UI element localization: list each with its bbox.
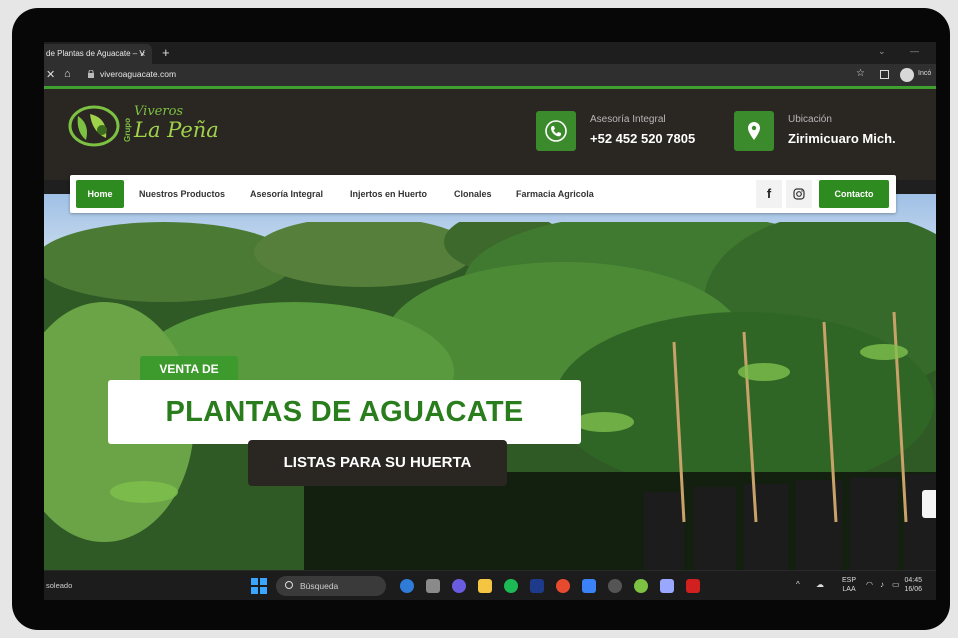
url-input[interactable]: viveroaguacate.com <box>100 69 176 79</box>
bookmark-star-icon[interactable]: ☆ <box>856 68 865 79</box>
hero-subtitle: LISTAS PARA SU HUERTA <box>248 440 507 486</box>
hero-badge: VENTA DE <box>140 356 238 382</box>
tab-title: de Plantas de Aguacate – V <box>46 49 145 58</box>
nav-home-button[interactable]: Home <box>76 180 124 208</box>
clock-date: 16/06 <box>904 586 922 593</box>
logo-grupo-text: Grupo <box>123 118 132 142</box>
acrobat-app-icon[interactable] <box>686 579 700 593</box>
contact-button[interactable]: Contacto <box>819 180 889 208</box>
location-value: Zirimicuaro Mich. <box>788 131 896 146</box>
facebook-icon[interactable]: f <box>756 180 782 208</box>
brand-logo[interactable]: Grupo Viveros La Peña <box>68 102 238 152</box>
laptop-device: de Plantas de Aguacate – V × + ⌄ — ✕ ⌂ v… <box>0 0 958 638</box>
nav-item-clonales[interactable]: Clonales <box>454 175 492 213</box>
advisory-phone[interactable]: +52 452 520 7805 <box>590 131 695 146</box>
search-icon <box>285 581 293 589</box>
settings-app-icon[interactable] <box>608 579 622 593</box>
clock[interactable]: 04:45 16/06 <box>882 576 922 594</box>
slider-next-handle[interactable] <box>922 490 936 518</box>
search-placeholder: Búsqueda <box>300 581 339 591</box>
nav-item-injertos[interactable]: Injertos en Huerto <box>350 175 427 213</box>
close-icon[interactable]: ✕ <box>46 68 55 81</box>
audition-app-icon[interactable] <box>530 579 544 593</box>
nav-item-asesoria[interactable]: Asesoría Integral <box>250 175 323 213</box>
wifi-icon[interactable]: ◠ <box>866 580 873 589</box>
chevron-up-icon[interactable]: ^ <box>796 580 800 589</box>
cloud-icon[interactable]: ☁ <box>816 580 824 589</box>
profile-label[interactable]: Incó <box>918 70 931 77</box>
nav-item-farmacia[interactable]: Farmacia Agricola <box>516 175 594 213</box>
lock-icon <box>88 70 94 78</box>
logo-name-text: La Peña <box>134 118 219 142</box>
new-tab-icon[interactable]: + <box>162 43 170 63</box>
spotify-app-icon[interactable] <box>504 579 518 593</box>
chrome-app-icon[interactable] <box>556 579 570 593</box>
file-explorer-icon[interactable] <box>478 579 492 593</box>
task-view-icon[interactable] <box>426 579 440 593</box>
language-layout: LAA <box>842 586 856 593</box>
screen: de Plantas de Aguacate – V × + ⌄ — ✕ ⌂ v… <box>44 42 936 600</box>
side-panel-icon[interactable] <box>880 70 889 79</box>
location-label: Ubicación <box>788 114 832 125</box>
nav-item-productos[interactable]: Nuestros Productos <box>139 175 225 213</box>
browser-tab-bar: de Plantas de Aguacate – V × + ⌄ — <box>44 42 936 64</box>
taskbar-search-input[interactable]: Búsqueda <box>276 576 386 596</box>
clock-time: 04:45 <box>904 577 922 584</box>
chevron-down-icon[interactable]: ⌄ <box>878 46 886 57</box>
browser-tab[interactable]: de Plantas de Aguacate – V × <box>44 44 152 64</box>
instagram-icon[interactable] <box>786 180 812 208</box>
tab-close-icon[interactable]: × <box>140 44 145 64</box>
site-header: Grupo Viveros La Peña Asesoría Integral … <box>44 89 936 180</box>
logo-viveros-text: Viveros <box>134 104 184 119</box>
teams-app-icon[interactable] <box>452 579 466 593</box>
green-app-icon[interactable] <box>634 579 648 593</box>
weather-widget[interactable]: soleado <box>46 581 72 590</box>
incognito-avatar-icon[interactable] <box>900 68 914 82</box>
map-pin-icon <box>734 111 774 151</box>
main-navigation: Home Nuestros Productos Asesoría Integra… <box>70 175 896 213</box>
windows-taskbar: soleado Búsqueda ^ ☁ ESP LAA ◠ ♪ ▭ 04:45… <box>44 570 936 600</box>
hero-title: PLANTAS DE AGUACATE <box>108 380 581 444</box>
language-code: ESP <box>842 577 857 584</box>
copilot-app-icon[interactable] <box>400 579 414 593</box>
minimize-icon[interactable]: — <box>910 46 919 56</box>
home-icon[interactable]: ⌂ <box>64 68 71 80</box>
windows-start-icon[interactable] <box>251 578 267 594</box>
notes-app-icon[interactable] <box>582 579 596 593</box>
photos-app-icon[interactable] <box>660 579 674 593</box>
language-indicator[interactable]: ESP LAA <box>842 576 856 594</box>
phone-icon <box>536 111 576 151</box>
avocado-leaf-logo-icon <box>68 105 120 147</box>
browser-address-bar: ✕ ⌂ viveroaguacate.com ☆ Incó <box>44 64 936 86</box>
advisory-label: Asesoría Integral <box>590 114 666 125</box>
